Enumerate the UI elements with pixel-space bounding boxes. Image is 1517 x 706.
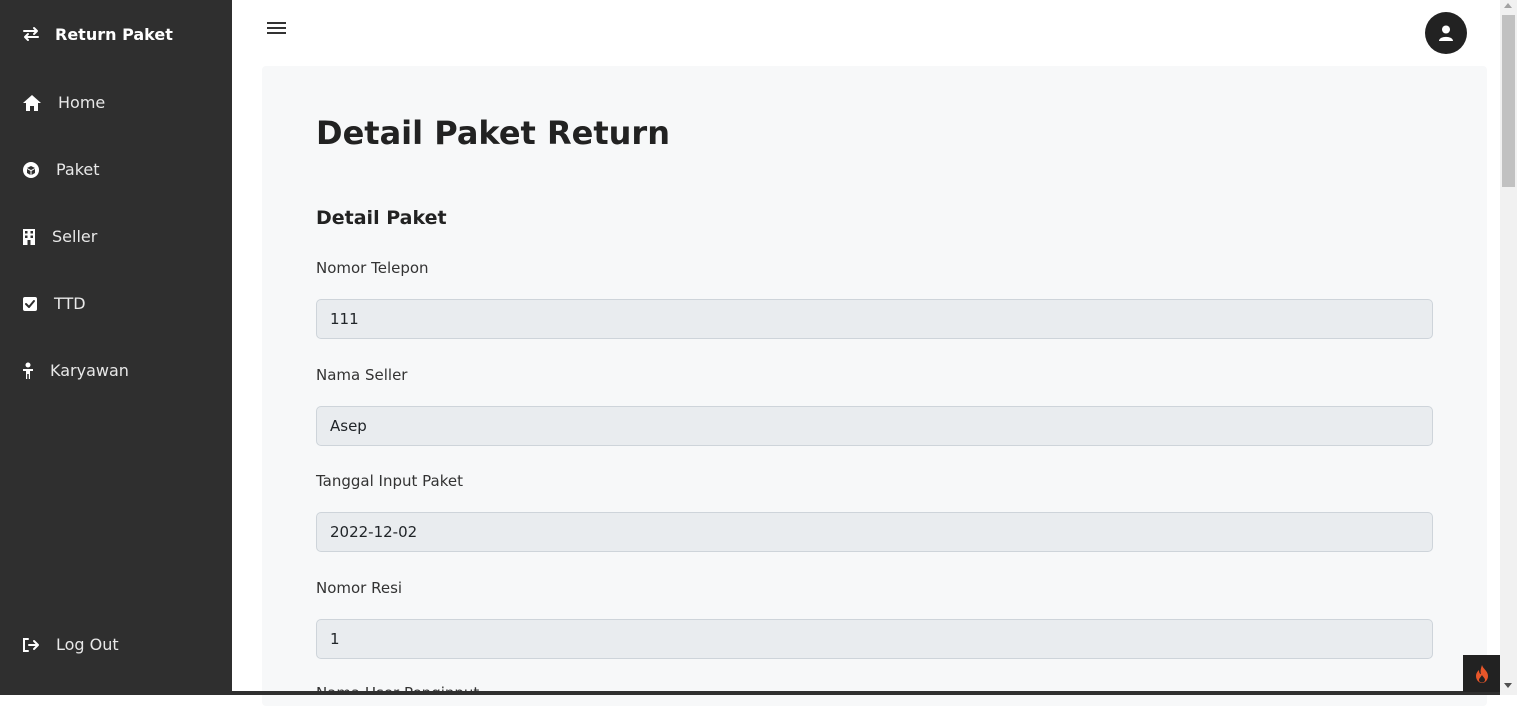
user-avatar[interactable] [1425,12,1467,54]
swap-arrows-icon [23,27,39,41]
sidebar-item-paket[interactable]: Paket [22,160,100,179]
section-title: Detail Paket [316,207,447,229]
field-label-cut-off: Nama User Penginput [316,684,479,691]
checkbox-icon [23,296,37,311]
sidebar-item-home[interactable]: Home [22,93,105,112]
field-label-tanggal-input: Tanggal Input Paket [316,472,463,490]
debug-toolbar-button[interactable] [1463,655,1500,692]
hamburger-icon[interactable] [266,19,288,41]
home-icon [23,94,41,111]
sidebar-item-label: Karyawan [50,361,129,380]
building-icon [23,228,35,245]
field-nomor-resi[interactable]: 1 [316,619,1433,659]
sidebar-item-label: Paket [56,160,100,179]
sidebar: Return Paket Home Paket Seller TTD Karya… [0,0,232,695]
sidebar-item-karyawan[interactable]: Karyawan [22,361,129,380]
flame-icon [1475,664,1488,683]
scroll-up-arrow-icon[interactable] [1504,3,1512,8]
field-nama-seller[interactable]: Asep [316,406,1433,446]
logout-button[interactable]: Log Out [22,635,119,654]
sidebar-item-seller[interactable]: Seller [22,227,97,246]
brand-label: Return Paket [55,24,173,44]
scroll-down-arrow-icon[interactable] [1504,683,1512,688]
logout-label: Log Out [56,635,119,654]
logout-icon [23,637,39,652]
bottom-edge [232,691,1500,695]
sidebar-item-ttd[interactable]: TTD [22,294,86,313]
field-label-nama-seller: Nama Seller [316,366,408,384]
scrollbar-thumb[interactable] [1502,15,1515,187]
field-tanggal-input[interactable]: 2022-12-02 [316,512,1433,552]
field-label-nomor-telepon: Nomor Telepon [316,259,429,277]
brand[interactable]: Return Paket [21,24,173,44]
page-title: Detail Paket Return [316,114,670,152]
box-icon [23,161,39,178]
field-nomor-telepon[interactable]: 111 [316,299,1433,339]
sidebar-item-label: TTD [54,294,86,313]
person-icon [23,362,33,379]
field-label-nomor-resi: Nomor Resi [316,579,403,597]
detail-card [262,66,1487,706]
sidebar-item-label: Home [58,93,106,112]
sidebar-item-label: Seller [52,227,98,246]
user-icon [1439,25,1453,41]
